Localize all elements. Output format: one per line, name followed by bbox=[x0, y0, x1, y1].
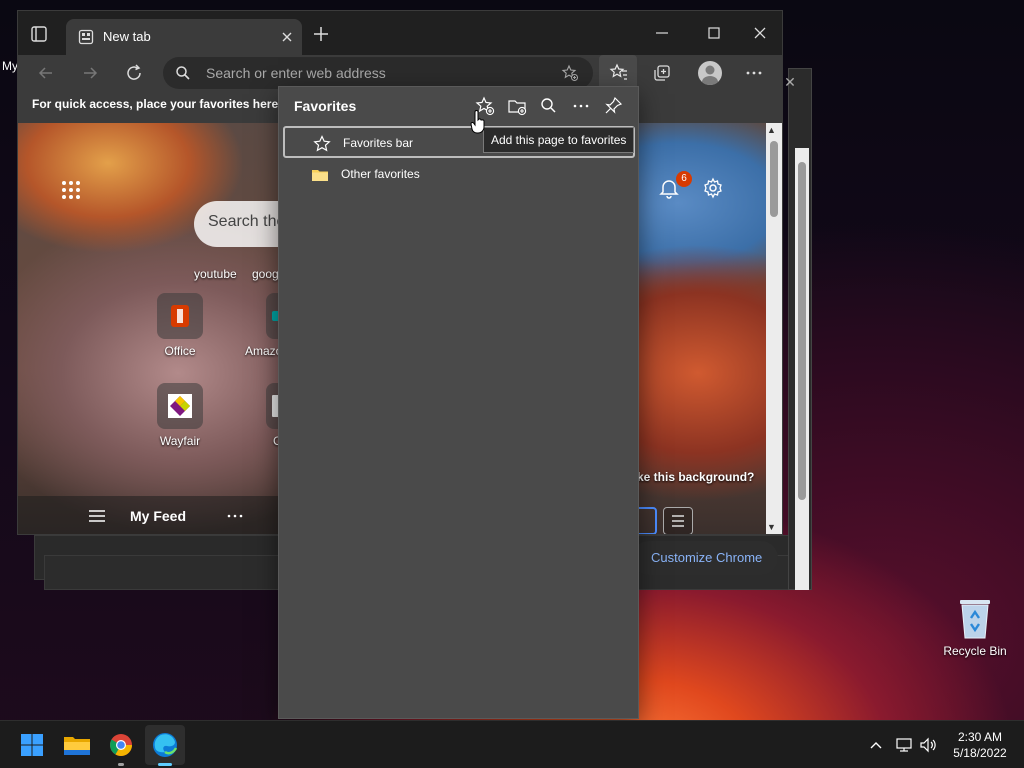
page-scrollbar-thumb[interactable] bbox=[770, 141, 778, 217]
tile-label: Wayfair bbox=[159, 434, 201, 448]
search-icon bbox=[175, 65, 191, 81]
folder-icon bbox=[311, 166, 329, 184]
customize-chrome-button[interactable]: Customize Chrome bbox=[632, 541, 778, 575]
pin-icon[interactable] bbox=[603, 96, 623, 116]
favorites-item-other-favorites[interactable]: Other favorites bbox=[283, 159, 635, 191]
back-arrow-icon[interactable] bbox=[36, 63, 56, 83]
tile-office[interactable] bbox=[157, 293, 203, 339]
taskbar: 2:30 AM 5/18/2022 bbox=[0, 720, 1024, 768]
tab-new-tab[interactable]: New tab bbox=[66, 19, 302, 55]
title-bar: New tab bbox=[18, 11, 782, 55]
favorites-item-label: Other favorites bbox=[341, 167, 420, 181]
forward-arrow-icon[interactable] bbox=[80, 63, 100, 83]
quick-link-youtube[interactable]: youtube bbox=[194, 267, 237, 281]
star-icon bbox=[313, 135, 331, 153]
menu-icon[interactable] bbox=[88, 508, 106, 524]
new-tab-button[interactable] bbox=[312, 25, 330, 43]
file-explorer-icon[interactable] bbox=[61, 729, 93, 761]
clock[interactable]: 2:30 AM 5/18/2022 bbox=[950, 729, 1010, 761]
layout-list-icon[interactable] bbox=[663, 507, 693, 534]
more-icon[interactable] bbox=[571, 96, 591, 116]
app-launcher-icon[interactable] bbox=[60, 179, 82, 201]
maximize-icon[interactable] bbox=[704, 23, 724, 43]
layout-grid-button[interactable] bbox=[637, 507, 657, 534]
volume-icon[interactable] bbox=[919, 736, 937, 754]
background-feedback-prompt[interactable]: ke this background? bbox=[637, 470, 754, 484]
start-icon[interactable] bbox=[16, 729, 48, 761]
network-icon[interactable] bbox=[895, 736, 913, 754]
notification-badge: 6 bbox=[676, 171, 692, 187]
recycle-bin[interactable]: Recycle Bin bbox=[942, 596, 1008, 658]
active-indicator bbox=[158, 763, 172, 766]
running-indicator bbox=[118, 763, 124, 766]
more-icon[interactable] bbox=[744, 63, 764, 83]
favorites-item-label: Favorites bar bbox=[343, 136, 414, 150]
tooltip: Add this page to favorites bbox=[483, 127, 635, 153]
tile-label: Office bbox=[164, 344, 196, 358]
edge-icon[interactable] bbox=[145, 725, 185, 765]
quick-link-google[interactable]: goog bbox=[252, 267, 279, 281]
new-tab-icon bbox=[78, 29, 94, 45]
close-icon[interactable] bbox=[278, 28, 296, 46]
profile-avatar[interactable] bbox=[698, 61, 722, 85]
recycle-bin-icon bbox=[957, 596, 993, 640]
favorites-title: Favorites bbox=[294, 98, 357, 114]
tab-title: New tab bbox=[103, 29, 151, 44]
refresh-icon[interactable] bbox=[124, 63, 144, 83]
my-feed-tab[interactable]: My Feed bbox=[130, 508, 186, 524]
minimize-icon[interactable] bbox=[652, 23, 672, 43]
collections-icon[interactable] bbox=[652, 63, 672, 83]
add-favorite-star-icon[interactable] bbox=[561, 64, 579, 82]
search-icon[interactable] bbox=[539, 96, 559, 116]
clock-time: 2:30 AM bbox=[957, 730, 1003, 744]
recycle-bin-label: Recycle Bin bbox=[943, 644, 1007, 658]
add-folder-icon[interactable] bbox=[507, 96, 527, 116]
tile-wayfair[interactable] bbox=[157, 383, 203, 429]
address-bar[interactable]: Search or enter web address bbox=[163, 57, 593, 89]
hand-pointer-icon bbox=[470, 110, 486, 134]
favorites-bar-prompt: For quick access, place your favorites h… bbox=[32, 97, 297, 111]
chrome-icon[interactable] bbox=[105, 729, 137, 761]
close-icon[interactable]: ✕ bbox=[780, 72, 800, 92]
desktop-icon-label: My bbox=[2, 59, 18, 73]
gear-icon[interactable] bbox=[702, 177, 724, 199]
chevron-up-icon[interactable] bbox=[868, 737, 884, 753]
favorites-flyout: Favorites Favorites bar Other favorites bbox=[278, 86, 639, 719]
chrome-scrollbar-thumb[interactable] bbox=[798, 162, 806, 500]
address-placeholder: Search or enter web address bbox=[206, 65, 386, 81]
close-window-icon[interactable] bbox=[750, 23, 770, 43]
clock-date: 5/18/2022 bbox=[953, 746, 1007, 760]
scroll-down-arrow-icon[interactable]: ▼ bbox=[767, 522, 776, 532]
more-icon[interactable] bbox=[226, 508, 244, 524]
scroll-up-arrow-icon[interactable]: ▲ bbox=[767, 125, 776, 135]
feed-bar: My Feed bbox=[18, 496, 282, 534]
tab-actions-icon[interactable] bbox=[30, 25, 48, 43]
